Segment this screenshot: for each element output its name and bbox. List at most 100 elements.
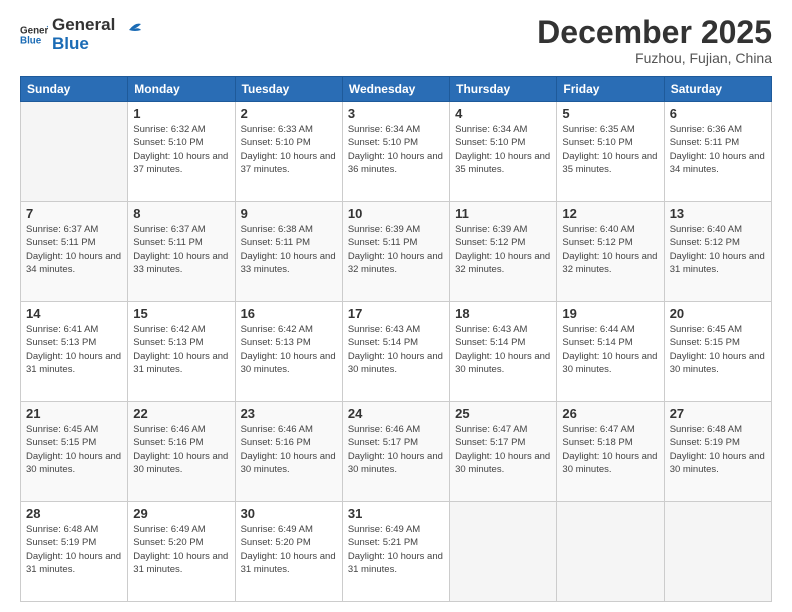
table-row: 18 Sunrise: 6:43 AMSunset: 5:14 PMDayligh… [450,302,557,402]
day-number: 17 [348,306,444,321]
logo-bird-icon [121,20,143,42]
day-info: Sunrise: 6:32 AMSunset: 5:10 PMDaylight:… [133,123,229,176]
table-row: 20Sunrise: 6:45 AMSunset: 5:15 PMDayligh… [664,302,771,402]
table-row: 5Sunrise: 6:35 AMSunset: 5:10 PMDaylight… [557,102,664,202]
table-row: 13 Sunrise: 6:40 AMSunset: 5:12 PMDayligh… [664,202,771,302]
month-title: December 2025 [537,16,772,48]
day-info: Sunrise: 6:46 AMSunset: 5:16 PMDaylight:… [133,423,229,476]
calendar-week-row: 14Sunrise: 6:41 AMSunset: 5:13 PMDayligh… [21,302,772,402]
day-info: Sunrise: 6:47 AMSunset: 5:17 PMDaylight:… [455,423,551,476]
table-row: 22Sunrise: 6:46 AMSunset: 5:16 PMDayligh… [128,402,235,502]
calendar-week-row: 28 Sunrise: 6:48 AMSunset: 5:19 PMDayligh… [21,502,772,602]
table-row [450,502,557,602]
day-info: Sunrise: 6:43 AMSunset: 5:14 PMDaylight:… [348,323,444,376]
day-number: 14 [26,306,122,321]
page-header: General Blue General Blue December 2025 … [20,16,772,66]
day-info: Sunrise: 6:40 AMSunset: 5:12 PMDaylight:… [562,223,658,276]
day-number: 27 [670,406,766,421]
table-row: 24 Sunrise: 6:46 AMSunset: 5:17 PMDayligh… [342,402,449,502]
table-row: 11 Sunrise: 6:39 AMSunset: 5:12 PMDayligh… [450,202,557,302]
table-row: 2 Sunrise: 6:33 AMSunset: 5:10 PMDaylight… [235,102,342,202]
col-tuesday: Tuesday [235,77,342,102]
day-number: 30 [241,506,337,521]
day-info: Sunrise: 6:48 AMSunset: 5:19 PMDaylight:… [670,423,766,476]
table-row: 15Sunrise: 6:42 AMSunset: 5:13 PMDayligh… [128,302,235,402]
table-row: 17 Sunrise: 6:43 AMSunset: 5:14 PMDayligh… [342,302,449,402]
location-subtitle: Fuzhou, Fujian, China [537,50,772,66]
table-row: 26Sunrise: 6:47 AMSunset: 5:18 PMDayligh… [557,402,664,502]
table-row: 14Sunrise: 6:41 AMSunset: 5:13 PMDayligh… [21,302,128,402]
calendar-page: General Blue General Blue December 2025 … [0,0,792,612]
day-info: Sunrise: 6:49 AMSunset: 5:20 PMDaylight:… [133,523,229,576]
day-number: 13 [670,206,766,221]
day-info: Sunrise: 6:36 AMSunset: 5:11 PMDaylight:… [670,123,766,176]
table-row: 4 Sunrise: 6:34 AMSunset: 5:10 PMDaylight… [450,102,557,202]
day-number: 4 [455,106,551,121]
table-row: 6 Sunrise: 6:36 AMSunset: 5:11 PMDaylight… [664,102,771,202]
table-row: 31Sunrise: 6:49 AMSunset: 5:21 PMDayligh… [342,502,449,602]
day-number: 18 [455,306,551,321]
day-number: 23 [241,406,337,421]
day-info: Sunrise: 6:45 AMSunset: 5:15 PMDaylight:… [26,423,122,476]
table-row: 7 Sunrise: 6:37 AMSunset: 5:11 PMDaylight… [21,202,128,302]
table-row: 23 Sunrise: 6:46 AMSunset: 5:16 PMDayligh… [235,402,342,502]
day-number: 11 [455,206,551,221]
day-number: 28 [26,506,122,521]
day-number: 21 [26,406,122,421]
col-thursday: Thursday [450,77,557,102]
logo-icon: General Blue [20,21,48,49]
table-row: 3Sunrise: 6:34 AMSunset: 5:10 PMDaylight… [342,102,449,202]
table-row: 30Sunrise: 6:49 AMSunset: 5:20 PMDayligh… [235,502,342,602]
svg-text:Blue: Blue [20,35,42,46]
day-info: Sunrise: 6:46 AMSunset: 5:17 PMDaylight:… [348,423,444,476]
day-info: Sunrise: 6:49 AMSunset: 5:21 PMDaylight:… [348,523,444,576]
calendar-week-row: 7 Sunrise: 6:37 AMSunset: 5:11 PMDaylight… [21,202,772,302]
title-block: December 2025 Fuzhou, Fujian, China [537,16,772,66]
table-row: 1Sunrise: 6:32 AMSunset: 5:10 PMDaylight… [128,102,235,202]
logo-blue-text: Blue [52,35,115,54]
day-number: 26 [562,406,658,421]
day-info: Sunrise: 6:38 AMSunset: 5:11 PMDaylight:… [241,223,337,276]
day-info: Sunrise: 6:44 AMSunset: 5:14 PMDaylight:… [562,323,658,376]
day-number: 6 [670,106,766,121]
col-monday: Monday [128,77,235,102]
table-row: 27 Sunrise: 6:48 AMSunset: 5:19 PMDayligh… [664,402,771,502]
day-info: Sunrise: 6:39 AMSunset: 5:12 PMDaylight:… [455,223,551,276]
day-info: Sunrise: 6:45 AMSunset: 5:15 PMDaylight:… [670,323,766,376]
day-info: Sunrise: 6:37 AMSunset: 5:11 PMDaylight:… [26,223,122,276]
table-row: 12 Sunrise: 6:40 AMSunset: 5:12 PMDayligh… [557,202,664,302]
col-friday: Friday [557,77,664,102]
day-number: 2 [241,106,337,121]
day-info: Sunrise: 6:46 AMSunset: 5:16 PMDaylight:… [241,423,337,476]
day-number: 12 [562,206,658,221]
table-row: 25Sunrise: 6:47 AMSunset: 5:17 PMDayligh… [450,402,557,502]
table-row [21,102,128,202]
day-number: 24 [348,406,444,421]
day-number: 3 [348,106,444,121]
day-number: 9 [241,206,337,221]
day-info: Sunrise: 6:40 AMSunset: 5:12 PMDaylight:… [670,223,766,276]
day-number: 15 [133,306,229,321]
table-row: 16Sunrise: 6:42 AMSunset: 5:13 PMDayligh… [235,302,342,402]
table-row: 8Sunrise: 6:37 AMSunset: 5:11 PMDaylight… [128,202,235,302]
table-row: 19 Sunrise: 6:44 AMSunset: 5:14 PMDayligh… [557,302,664,402]
day-number: 19 [562,306,658,321]
day-info: Sunrise: 6:43 AMSunset: 5:14 PMDaylight:… [455,323,551,376]
calendar-week-row: 1Sunrise: 6:32 AMSunset: 5:10 PMDaylight… [21,102,772,202]
logo-general-text: General [52,16,115,35]
col-saturday: Saturday [664,77,771,102]
col-sunday: Sunday [21,77,128,102]
day-number: 29 [133,506,229,521]
calendar-table: Sunday Monday Tuesday Wednesday Thursday… [20,76,772,602]
table-row: 9 Sunrise: 6:38 AMSunset: 5:11 PMDaylight… [235,202,342,302]
day-info: Sunrise: 6:39 AMSunset: 5:11 PMDaylight:… [348,223,444,276]
day-info: Sunrise: 6:33 AMSunset: 5:10 PMDaylight:… [241,123,337,176]
day-info: Sunrise: 6:34 AMSunset: 5:10 PMDaylight:… [455,123,551,176]
calendar-week-row: 21 Sunrise: 6:45 AMSunset: 5:15 PMDayligh… [21,402,772,502]
col-wednesday: Wednesday [342,77,449,102]
day-info: Sunrise: 6:42 AMSunset: 5:13 PMDaylight:… [241,323,337,376]
day-number: 7 [26,206,122,221]
day-info: Sunrise: 6:48 AMSunset: 5:19 PMDaylight:… [26,523,122,576]
table-row [557,502,664,602]
day-number: 8 [133,206,229,221]
